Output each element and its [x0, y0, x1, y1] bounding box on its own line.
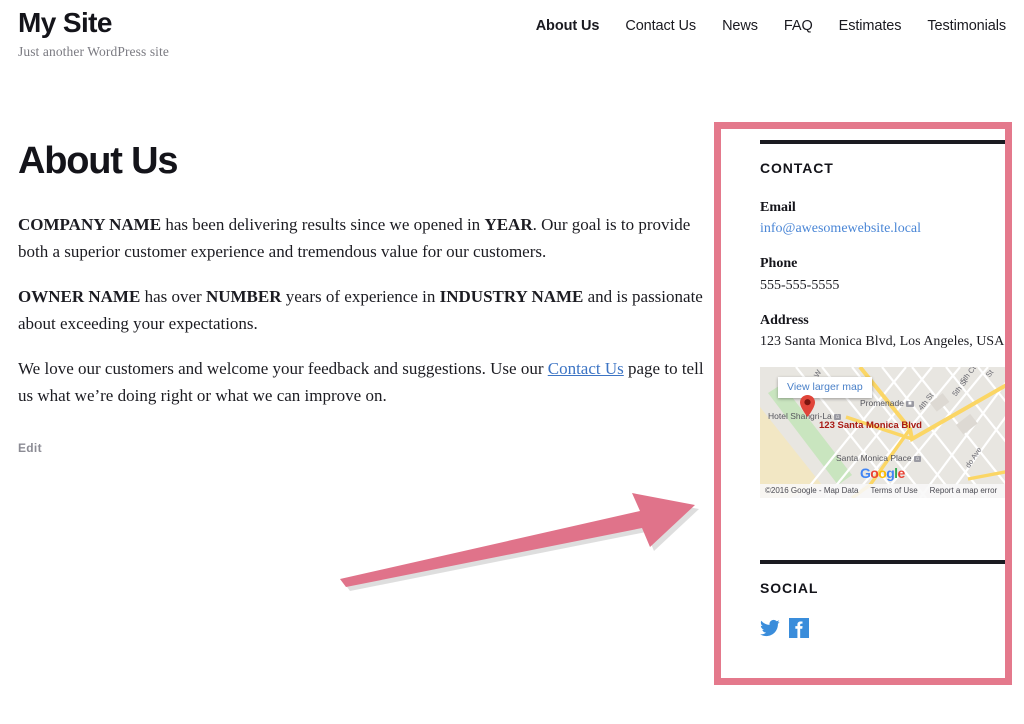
nav-item-testimonials[interactable]: Testimonials	[927, 18, 1006, 34]
map-copyright: ©2016 Google - Map Data	[765, 486, 859, 496]
facebook-icon[interactable]	[789, 617, 809, 638]
placeholder-year: YEAR	[484, 214, 533, 234]
email-value[interactable]: info@awesomewebsite.local	[760, 221, 921, 236]
hotel-icon: ⌂	[833, 413, 842, 420]
placeholder-owner-name: OWNER NAME	[18, 286, 141, 306]
map-poi-santa-monica-place: Santa Monica Place ⌂	[836, 452, 922, 463]
map-report-error-link[interactable]: Report a map error	[930, 486, 998, 495]
site-tagline: Just another WordPress site	[18, 43, 169, 59]
social-icon-list	[760, 617, 1010, 638]
site-branding: My Site Just another WordPress site	[18, 7, 169, 60]
email-field-block: Email info@awesomewebsite.local	[760, 198, 1010, 239]
email-label: Email	[760, 200, 796, 215]
map-marker-icon	[800, 394, 815, 417]
nav-item-news[interactable]: News	[722, 18, 758, 34]
mall-icon: ⌂	[913, 455, 922, 462]
shop-icon: ■	[905, 400, 914, 407]
placeholder-industry-name: INDUSTRY NAME	[439, 286, 584, 306]
site-header: My Site Just another WordPress site Abou…	[0, 0, 1024, 72]
google-logo: Google	[860, 464, 905, 481]
entry-content: COMPANY NAME has been delivering results…	[18, 211, 708, 410]
placeholder-company-name: COMPANY NAME	[18, 214, 162, 234]
primary-navigation: About Us Contact Us News FAQ Estimates T…	[536, 18, 1006, 34]
twitter-icon[interactable]	[760, 618, 780, 638]
widget-divider	[760, 140, 1008, 144]
paragraph-company-text-1: has been delivering results since we ope…	[161, 214, 485, 234]
paragraph-company: COMPANY NAME has been delivering results…	[18, 211, 708, 266]
sidebar: CONTACT Email info@awesomewebsite.local …	[760, 140, 1010, 642]
nav-item-about-us[interactable]: About Us	[536, 18, 600, 34]
pointer-arrow-annotation	[340, 493, 699, 591]
contact-widget-title: CONTACT	[760, 160, 834, 176]
page-title: About Us	[18, 140, 178, 182]
contact-widget: CONTACT Email info@awesomewebsite.local …	[760, 140, 1010, 498]
social-widget-title: SOCIAL	[760, 579, 819, 596]
phone-value: 555-555-5555	[760, 277, 840, 293]
placeholder-number: NUMBER	[205, 286, 282, 306]
address-label: Address	[760, 312, 809, 328]
map-terms-link[interactable]: Terms of Use	[871, 486, 918, 495]
map-marker-label: 123 Santa Monica Blvd	[819, 419, 922, 431]
paragraph-owner-text-1: has over	[140, 286, 206, 306]
address-value: 123 Santa Monica Blvd, Los Angeles, USA	[760, 333, 1005, 349]
widget-divider	[760, 559, 1008, 564]
paragraph-feedback-text-1: We love our customers and welcome your f…	[18, 358, 548, 378]
map-poi-promenade: Promenade ■	[860, 397, 914, 408]
paragraph-owner-text-2: years of experience in	[281, 286, 440, 306]
nav-item-faq[interactable]: FAQ	[784, 18, 813, 34]
contact-us-link[interactable]: Contact Us	[548, 359, 624, 378]
view-larger-map-button[interactable]: View larger map	[778, 376, 872, 398]
main-content: About Us COMPANY NAME has been deliverin…	[18, 140, 708, 457]
paragraph-owner: OWNER NAME has over NUMBER years of expe…	[18, 283, 708, 338]
social-widget: SOCIAL	[760, 559, 1010, 638]
edit-link[interactable]: Edit	[18, 441, 42, 455]
phone-field-block: Phone 555-555-5555	[760, 254, 1010, 295]
paragraph-feedback: We love our customers and welcome your f…	[18, 355, 708, 410]
phone-label: Phone	[760, 256, 798, 272]
nav-item-contact-us[interactable]: Contact Us	[625, 18, 696, 34]
google-map-embed[interactable]: View larger map Hotel Shangri-La ⌂ Promen…	[760, 366, 1010, 498]
site-title[interactable]: My Site	[18, 7, 169, 39]
nav-item-estimates[interactable]: Estimates	[839, 18, 902, 34]
map-attribution-bar: ©2016 Google - Map Data Terms of Use Rep…	[760, 483, 1010, 498]
address-field-block: Address 123 Santa Monica Blvd, Los Angel…	[760, 311, 1010, 352]
